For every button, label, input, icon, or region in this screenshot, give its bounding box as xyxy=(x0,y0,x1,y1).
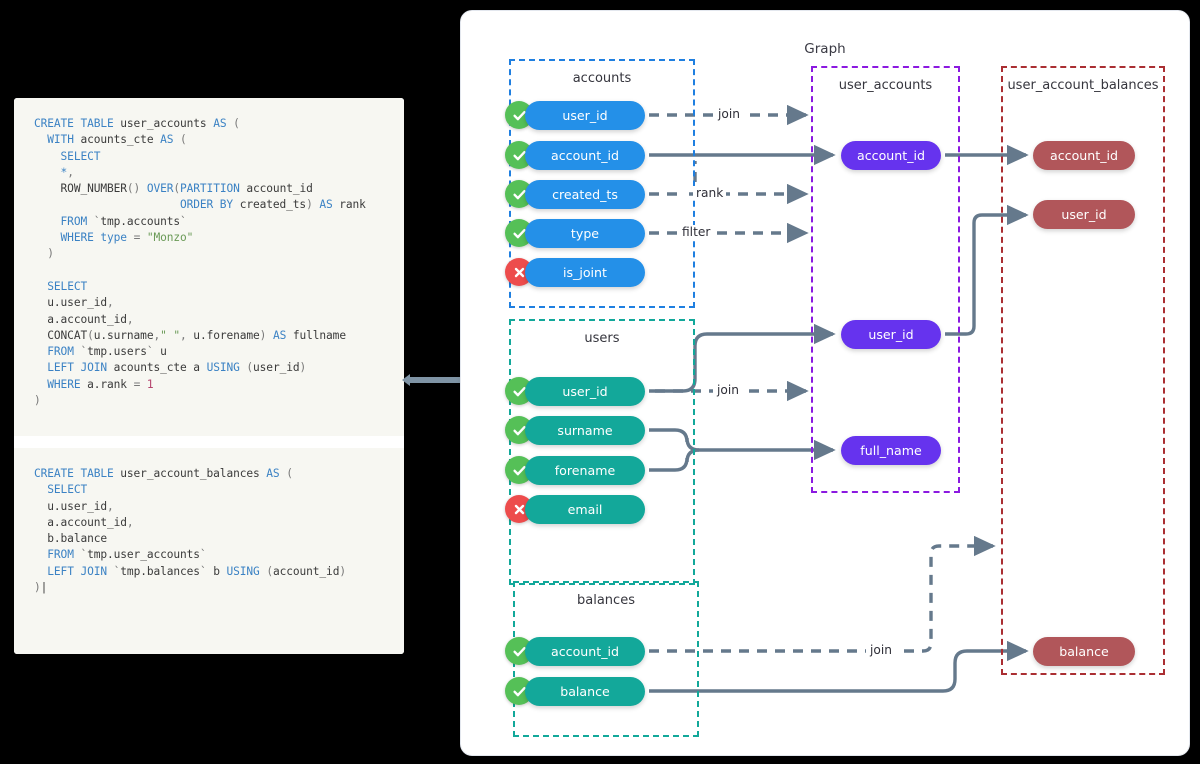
group-label-user-accounts: user_accounts xyxy=(838,78,933,93)
column-user-accounts-full-name[interactable]: full_name xyxy=(841,436,941,465)
column-balances-account-id[interactable]: account_id xyxy=(525,637,645,666)
column-balances-balance[interactable]: balance xyxy=(525,677,645,706)
column-accounts-type[interactable]: type xyxy=(525,219,645,248)
column-user-account-balances-balance[interactable]: balance xyxy=(1033,637,1135,666)
code-text-user-account-balances: CREATE TABLE user_account_balances AS ( … xyxy=(34,467,346,595)
code-block-user-account-balances: CREATE TABLE user_account_balances AS ( … xyxy=(14,448,404,654)
sql-code-panel: CREATE TABLE user_accounts AS ( WITH aco… xyxy=(14,98,404,654)
column-accounts-created-ts[interactable]: created_ts xyxy=(525,180,645,209)
column-user-account-balances-user-id[interactable]: user_id xyxy=(1033,200,1135,229)
edge-label-users-user-id-join: join xyxy=(714,383,742,397)
code-text-user-accounts: CREATE TABLE user_accounts AS ( WITH aco… xyxy=(34,117,366,408)
column-users-user-id[interactable]: user_id xyxy=(525,377,645,406)
group-box-user-accounts: user_accounts xyxy=(811,66,960,493)
group-box-users: users xyxy=(509,319,695,585)
edge-label-accounts-user-id-join: join xyxy=(715,107,743,121)
group-label-users: users xyxy=(584,331,620,346)
graph-card: Graph join --> user_accounts (dashed, to… xyxy=(460,10,1190,756)
edge-label-balances-account-id-join: join xyxy=(867,643,895,657)
column-users-surname[interactable]: surname xyxy=(525,416,645,445)
code-block-separator xyxy=(14,436,404,448)
column-accounts-is-joint[interactable]: is_joint xyxy=(525,258,645,287)
column-user-accounts-account-id[interactable]: account_id xyxy=(841,141,941,170)
edge-label-accounts-type-filter: filter xyxy=(679,225,714,239)
code-block-user-accounts: CREATE TABLE user_accounts AS ( WITH aco… xyxy=(14,98,404,436)
column-accounts-account-id[interactable]: account_id xyxy=(525,141,645,170)
screenshot-root: CREATE TABLE user_accounts AS ( WITH aco… xyxy=(0,0,1200,764)
group-label-balances: balances xyxy=(577,593,635,608)
column-users-email[interactable]: email xyxy=(525,495,645,524)
group-label-accounts: accounts xyxy=(572,71,632,86)
edge-label-accounts-created-ts-rank: rank xyxy=(693,186,727,200)
column-users-forename[interactable]: forename xyxy=(525,456,645,485)
column-accounts-user-id[interactable]: user_id xyxy=(525,101,645,130)
graph-title: Graph xyxy=(804,41,846,57)
column-user-accounts-user-id[interactable]: user_id xyxy=(841,320,941,349)
column-user-account-balances-account-id[interactable]: account_id xyxy=(1033,141,1135,170)
group-label-user-account-balances: user_account_balances xyxy=(1007,78,1159,93)
